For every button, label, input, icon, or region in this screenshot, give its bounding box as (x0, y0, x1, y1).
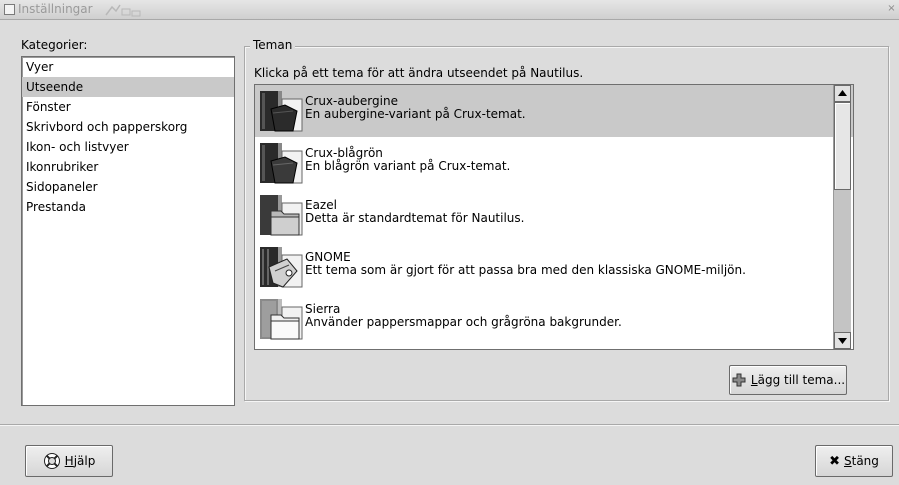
theme-item-partial[interactable] (255, 345, 853, 350)
plus-icon (732, 373, 746, 387)
close-button[interactable]: ✖ Stäng (815, 445, 893, 477)
folder-icon (259, 349, 303, 350)
category-item-sidopaneler[interactable]: Sidopaneler (22, 177, 234, 197)
theme-item-gnome[interactable]: GNOME Ett tema som är gjort för att pass… (255, 241, 853, 293)
help-lifebuoy-icon (43, 453, 60, 469)
paper-folder-icon (260, 299, 303, 340)
themes-list[interactable]: Crux-aubergine En aubergine-variant på C… (254, 84, 854, 350)
gnome-folder-icon (260, 247, 303, 288)
scrollbar-thumb[interactable] (834, 102, 851, 190)
category-item-prestanda[interactable]: Prestanda (22, 197, 234, 217)
separator (0, 424, 899, 426)
category-item-ikonvyer[interactable]: Ikon- och listvyer (22, 137, 234, 157)
help-label: Hjälp (64, 454, 96, 468)
categories-list[interactable]: Vyer Utseende Fönster Skrivbord och papp… (21, 56, 235, 406)
theme-item-crux-blagron[interactable]: Crux-blågrön En blågrön variant på Crux-… (255, 137, 853, 189)
theme-description: Använder pappersmappar och grågröna bakg… (305, 315, 622, 329)
close-x-icon: ✖ (829, 453, 840, 469)
theme-description: Ett tema som är gjort för att passa bra … (305, 263, 746, 277)
category-item-skrivbord[interactable]: Skrivbord och papperskorg (22, 117, 234, 137)
window-menu-icon[interactable] (4, 4, 15, 15)
categories-label: Kategorier: (21, 38, 88, 52)
themes-description: Klicka på ett tema för att ändra utseend… (254, 66, 584, 80)
title-bar[interactable]: Inställningar × (0, 0, 899, 20)
folder-icon (260, 195, 303, 236)
category-item-vyer[interactable]: Vyer (22, 57, 234, 77)
help-button[interactable]: Hjälp (25, 445, 113, 477)
theme-description: En blågrön variant på Crux-temat. (305, 159, 511, 173)
theme-item-eazel[interactable]: Eazel Detta är standardtemat för Nautilu… (255, 189, 853, 241)
preferences-window: Inställningar × Kategorier: Vyer Utseend… (0, 0, 899, 485)
add-theme-button[interactable]: Lägg till tema... (729, 365, 847, 395)
theme-description: En aubergine-variant på Crux-temat. (305, 107, 526, 121)
dark-folder-icon (260, 91, 303, 132)
title-decoration-icon (105, 4, 141, 17)
arrow-up-icon (838, 90, 847, 96)
window-close-icon[interactable]: × (886, 4, 897, 15)
category-item-fonster[interactable]: Fönster (22, 97, 234, 117)
theme-description: Detta är standardtemat för Nautilus. (305, 211, 525, 225)
theme-item-sierra[interactable]: Sierra Använder pappersmappar och grågrö… (255, 293, 853, 345)
category-item-ikonrubriker[interactable]: Ikonrubriker (22, 157, 234, 177)
category-item-utseende[interactable]: Utseende (22, 77, 234, 97)
window-title: Inställningar (18, 2, 93, 16)
theme-item-crux-aubergine[interactable]: Crux-aubergine En aubergine-variant på C… (255, 85, 853, 137)
themes-scrollbar[interactable] (833, 85, 851, 349)
themes-frame-label: Teman (250, 38, 296, 52)
dark-folder-icon (260, 143, 303, 184)
scroll-up-button[interactable] (834, 85, 851, 102)
add-theme-label: Lägg till tema... (750, 373, 846, 387)
scroll-down-button[interactable] (834, 332, 851, 349)
close-label: Stäng (844, 454, 879, 468)
arrow-down-icon (838, 338, 847, 344)
